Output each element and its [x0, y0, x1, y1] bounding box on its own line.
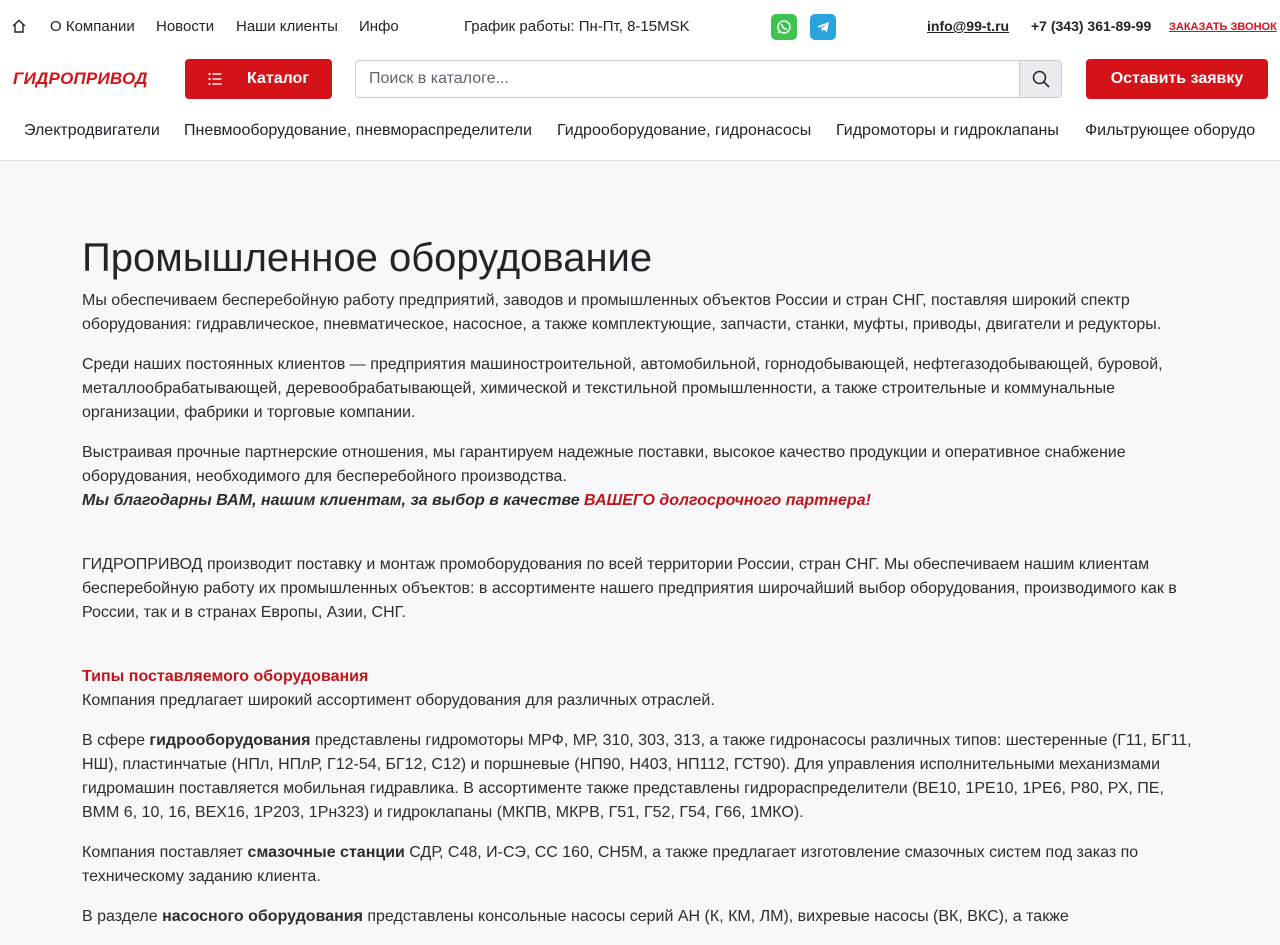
- lubrication-pre: Компания поставляет: [82, 844, 248, 861]
- nav-news[interactable]: Новости: [156, 18, 214, 35]
- search-input[interactable]: [356, 61, 1021, 97]
- search-icon: [1032, 70, 1050, 88]
- nav-info[interactable]: Инфо: [359, 18, 399, 35]
- search-box: [355, 60, 1062, 98]
- main-content: Промышленное оборудование Мы обеспечивае…: [82, 236, 1198, 945]
- work-schedule: График работы: Пн-Пт, 8-15MSK: [464, 18, 690, 35]
- partnership-paragraph: Выстраивая прочные партнерские отношения…: [82, 441, 1198, 513]
- category-nav: Электродвигатели Пневмооборудование, пне…: [0, 110, 1280, 154]
- pump-bold: насосного оборудования: [162, 908, 363, 925]
- callback-link[interactable]: ЗАКАЗАТЬ ЗВОНОК: [1169, 21, 1277, 33]
- catalog-button[interactable]: Каталог: [185, 59, 332, 99]
- page-title: Промышленное оборудование: [82, 236, 653, 280]
- list-icon: [208, 72, 222, 86]
- clients-paragraph: Среди наших постоянных клиентов — предпр…: [82, 356, 1163, 421]
- telegram-icon[interactable]: [810, 14, 836, 40]
- types-heading: Типы поставляемого оборудования: [82, 668, 369, 685]
- whatsapp-icon[interactable]: [771, 14, 797, 40]
- category-electric-motors[interactable]: Электродвигатели: [24, 122, 160, 140]
- hydraulic-bold: гидрооборудования: [149, 732, 311, 749]
- company-paragraph: ГИДРОПРИВОД производит поставку и монтаж…: [82, 556, 1177, 621]
- request-button[interactable]: Оставить заявку: [1086, 59, 1268, 99]
- pump-pre: В разделе: [82, 908, 163, 925]
- category-filters[interactable]: Фильтрующее оборудо: [1085, 122, 1255, 140]
- site-header: О Компании Новости Наши клиенты Инфо Гра…: [0, 0, 1280, 161]
- email-link[interactable]: info@99-t.ru: [927, 18, 1009, 34]
- category-hydraulic[interactable]: Гидрооборудование, гидронасосы: [557, 122, 811, 140]
- hydraulic-paragraph: В сфере гидрооборудования представлены г…: [82, 729, 1198, 825]
- lubrication-paragraph: Компания поставляет смазочные станции СД…: [82, 841, 1198, 889]
- category-hydromotors[interactable]: Гидромоторы и гидроклапаны: [836, 122, 1059, 140]
- lubrication-bold: смазочные станции: [247, 844, 405, 861]
- catalog-label: Каталог: [247, 70, 309, 87]
- top-bar: О Компании Новости Наши клиенты Инфо Гра…: [0, 0, 1280, 54]
- pump-post: представлены консольные насосы серий АН …: [362, 908, 1069, 925]
- hydraulic-pre: В сфере: [82, 732, 150, 749]
- thanks-highlight: ВАШЕГО долгосрочного партнера!: [584, 492, 871, 509]
- search-button[interactable]: [1019, 61, 1061, 97]
- intro-paragraph: Мы обеспечиваем бесперебойную работу пре…: [82, 292, 1162, 333]
- thanks-text: Мы благодарны ВАМ, нашим клиентам, за вы…: [82, 492, 585, 509]
- nav-clients[interactable]: Наши клиенты: [236, 18, 338, 35]
- nav-about[interactable]: О Компании: [50, 18, 135, 35]
- phone-number[interactable]: +7 (343) 361-89-99: [1031, 18, 1151, 34]
- site-logo[interactable]: ГИДРОПРИВОД: [13, 69, 148, 89]
- home-icon[interactable]: [12, 19, 26, 33]
- types-intro: Компания предлагает широкий ассортимент …: [82, 692, 715, 709]
- pump-paragraph: В разделе насосного оборудования предста…: [82, 905, 1198, 929]
- category-pneumatic[interactable]: Пневмооборудование, пневмораспределители: [184, 122, 532, 140]
- partnership-text: Выстраивая прочные партнерские отношения…: [82, 444, 1126, 485]
